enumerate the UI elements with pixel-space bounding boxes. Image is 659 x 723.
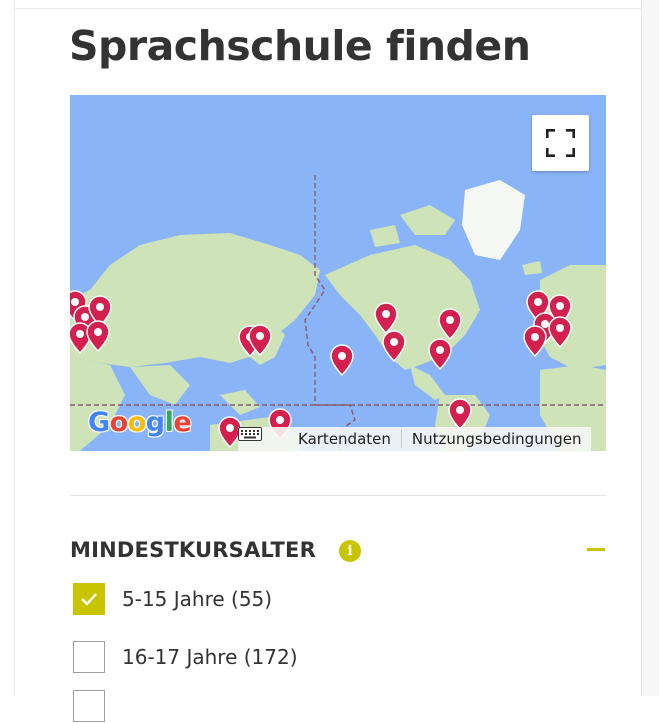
map-footer: Kartendaten Nutzungsbedingungen	[238, 427, 592, 451]
info-icon[interactable]: i	[339, 540, 361, 562]
checkmark-icon	[81, 593, 97, 606]
filter-title: MINDESTKURSALTER	[70, 538, 316, 562]
checkbox-unchecked[interactable]	[73, 690, 105, 722]
panel-top-border	[14, 8, 642, 9]
collapse-icon[interactable]	[587, 548, 605, 551]
page-background-strip	[642, 0, 659, 696]
map-pin	[523, 325, 547, 358]
page-title: Sprachschule finden	[69, 22, 531, 70]
map-canvas[interactable]	[70, 95, 606, 451]
checkbox-checked[interactable]	[73, 583, 105, 615]
google-logo: Google	[88, 407, 192, 438]
school-map[interactable]: Google Kartendaten Nutzungsbedingungen	[70, 95, 606, 451]
fullscreen-icon	[546, 129, 575, 157]
fullscreen-button[interactable]	[532, 115, 589, 171]
terms-of-use-link[interactable]: Nutzungsbedingungen	[402, 430, 592, 448]
keyboard-icon	[238, 427, 262, 441]
filter-option-16-17[interactable]: 16-17 Jahre (172)	[73, 640, 298, 674]
google-logo-letter: o	[109, 407, 129, 438]
filter-option-label: 5-15 Jahre (55)	[122, 587, 273, 611]
map-pin	[330, 344, 354, 377]
google-logo-letter: o	[127, 407, 147, 438]
google-logo-letter: G	[88, 407, 110, 438]
section-divider	[70, 495, 606, 496]
map-pin	[428, 338, 452, 371]
panel-left-border	[14, 0, 15, 696]
map-data-link[interactable]: Kartendaten	[288, 430, 401, 448]
filter-option-5-15[interactable]: 5-15 Jahre (55)	[73, 582, 272, 616]
google-logo-letter: g	[145, 407, 165, 438]
google-logo-letter: e	[173, 407, 192, 438]
keyboard-shortcuts-button[interactable]	[238, 427, 288, 451]
filter-option-label: 16-17 Jahre (172)	[122, 645, 298, 669]
filter-option-next[interactable]	[73, 689, 122, 723]
checkbox-unchecked[interactable]	[73, 641, 105, 673]
